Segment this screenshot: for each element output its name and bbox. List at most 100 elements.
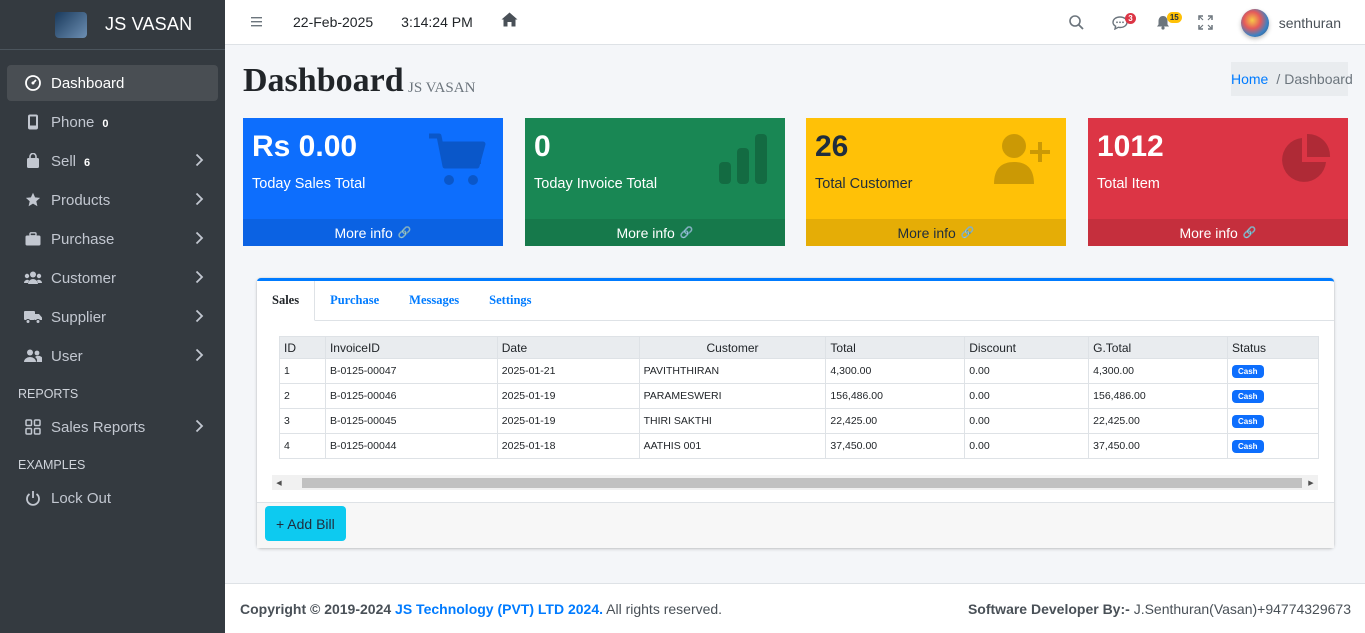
table-row[interactable]: 1 B-0125-00047 2025-01-21 PAVITHTHIRAN 4… <box>279 358 1319 384</box>
column-header-date[interactable]: Date <box>496 336 640 359</box>
brand-logo <box>55 11 87 38</box>
menu-toggle-icon[interactable] <box>251 15 263 30</box>
cell-status: Cash <box>1227 433 1319 459</box>
search-icon[interactable] <box>1068 15 1084 30</box>
tab-settings[interactable]: Settings <box>474 280 546 320</box>
cell-status: Cash <box>1227 358 1319 384</box>
messages-icon[interactable]: 3 <box>1112 12 1136 30</box>
brand[interactable]: JS VASAN <box>0 0 225 50</box>
bag-icon <box>23 153 43 169</box>
scroll-right-arrow-icon[interactable]: ▶ <box>1304 479 1318 487</box>
link-icon: 🔗 <box>1242 227 1257 239</box>
cell-discount: 0.00 <box>964 383 1090 409</box>
brand-name: JS VASAN <box>105 14 193 34</box>
navbar-right: 3 15 senthuran <box>1068 0 1365 45</box>
cell-customer: THIRI SAKTHI <box>638 408 827 434</box>
home-icon[interactable] <box>501 12 518 32</box>
cell-customer: PAVITHTHIRAN <box>638 358 827 384</box>
status-badge: Cash <box>1232 415 1264 428</box>
column-header-discount[interactable]: Discount <box>964 336 1090 359</box>
user-plus-icon <box>994 132 1050 189</box>
cell-invoice-id: B-0125-00044 <box>324 433 498 459</box>
more-info-link[interactable]: More info 🔗 <box>243 219 503 246</box>
status-badge: Cash <box>1232 440 1264 453</box>
link-icon: 🔗 <box>397 227 412 239</box>
cell-total: 156,486.00 <box>825 383 966 409</box>
cell-total: 37,450.00 <box>825 433 966 459</box>
column-header-status[interactable]: Status <box>1227 336 1319 359</box>
column-header-g-total[interactable]: G.Total <box>1088 336 1228 359</box>
status-badge: Cash <box>1232 390 1264 403</box>
sidebar-item-label: Customer <box>51 269 117 287</box>
users-icon <box>23 271 43 285</box>
column-header-customer[interactable]: Customer <box>638 336 827 359</box>
table-header-row: ID InvoiceID Date Customer Total Discoun… <box>279 336 1319 359</box>
sidebar-item-products[interactable]: Products <box>7 182 218 218</box>
cell-id: 3 <box>279 408 326 434</box>
table-row[interactable]: 3 B-0125-00045 2025-01-19 THIRI SAKTHI 2… <box>279 408 1319 434</box>
breadcrumb-current: Dashboard <box>1284 71 1353 87</box>
more-info-link[interactable]: More info 🔗 <box>525 219 785 246</box>
sidebar-item-customer[interactable]: Customer <box>7 260 218 296</box>
today-invoice-box: 0 Today Invoice Total More info 🔗 <box>525 118 785 246</box>
user-avatar[interactable] <box>1240 8 1269 37</box>
tab-bar: Sales Purchase Messages Settings <box>257 281 1334 321</box>
username[interactable]: senthuran <box>1279 15 1341 31</box>
cell-date: 2025-01-21 <box>496 358 640 384</box>
examples-header: EXAMPLES <box>18 458 86 472</box>
user-group-icon <box>23 349 43 363</box>
footer-copyright: Copyright © 2019-2024 JS Technology (PVT… <box>240 601 722 617</box>
current-time: 3:14:24 PM <box>401 14 473 30</box>
chevron-right-icon <box>195 309 204 326</box>
box-label: Today Invoice Total <box>534 176 658 192</box>
sidebar-item-label: Sales Reports <box>51 418 146 436</box>
sidebar-item-supplier[interactable]: Supplier <box>7 299 218 335</box>
footer-developer: Software Developer By:- J.Senthuran(Vasa… <box>968 601 1351 617</box>
cell-customer: AATHIS 001 <box>638 433 827 459</box>
more-info-link[interactable]: More info 🔗 <box>806 219 1066 246</box>
cell-id: 2 <box>279 383 326 409</box>
scroll-left-arrow-icon[interactable]: ◀ <box>272 479 286 487</box>
more-info-label: More info <box>1179 224 1238 241</box>
reports-header: REPORTS <box>18 387 79 401</box>
sidebar-item-dashboard[interactable]: Dashboard <box>7 65 218 101</box>
table-row[interactable]: 4 B-0125-00044 2025-01-18 AATHIS 001 37,… <box>279 433 1319 459</box>
briefcase-icon <box>23 232 43 246</box>
current-date: 22-Feb-2025 <box>293 14 374 30</box>
fullscreen-icon[interactable] <box>1197 15 1213 30</box>
cell-g-total: 22,425.00 <box>1088 408 1228 434</box>
table-row[interactable]: 2 B-0125-00046 2025-01-19 PARAMESWERI 15… <box>279 383 1319 409</box>
company-link[interactable]: JS Technology (PVT) LTD 2024. <box>395 601 603 617</box>
more-info-label: More info <box>616 224 675 241</box>
column-header-invoice-id[interactable]: InvoiceID <box>324 336 498 359</box>
box-value: 1012 <box>1097 130 1164 163</box>
column-header-id[interactable]: ID <box>279 336 326 359</box>
sidebar-item-lock-out[interactable]: Lock Out <box>7 480 218 516</box>
tab-sales[interactable]: Sales <box>257 281 316 321</box>
cart-icon <box>427 132 487 193</box>
today-sales-box: Rs 0.00 Today Sales Total More info 🔗 <box>243 118 503 246</box>
breadcrumb-home-link[interactable]: Home <box>1231 71 1268 87</box>
breadcrumb: Home / Dashboard <box>1231 62 1353 96</box>
column-header-total[interactable]: Total <box>825 336 966 359</box>
sidebar-item-sell[interactable]: Sell 6 <box>7 143 218 179</box>
sales-card: Sales Purchase Messages Settings ID Invo… <box>257 278 1334 548</box>
tab-purchase[interactable]: Purchase <box>315 280 394 320</box>
cell-id: 4 <box>279 433 326 459</box>
sidebar-item-purchase[interactable]: Purchase <box>7 221 218 257</box>
grid-icon <box>23 419 43 435</box>
tab-messages[interactable]: Messages <box>394 280 474 320</box>
cell-invoice-id: B-0125-00046 <box>324 383 498 409</box>
sidebar-item-phone[interactable]: Phone 0 <box>7 104 218 140</box>
horizontal-scrollbar[interactable]: ◀ ▶ <box>272 475 1318 490</box>
scrollbar-thumb[interactable] <box>302 477 1302 488</box>
add-bill-button[interactable]: + Add Bill <box>265 506 346 541</box>
sidebar-item-sales-reports[interactable]: Sales Reports <box>7 409 218 445</box>
bell-icon[interactable]: 15 <box>1156 12 1182 30</box>
box-value: 26 <box>815 130 849 163</box>
sidebar-item-user[interactable]: User <box>7 338 218 374</box>
more-info-link[interactable]: More info 🔗 <box>1088 219 1348 246</box>
cell-discount: 0.00 <box>964 408 1090 434</box>
total-customer-box: 26 Total Customer More info 🔗 <box>806 118 1066 246</box>
cell-g-total: 156,486.00 <box>1088 383 1228 409</box>
